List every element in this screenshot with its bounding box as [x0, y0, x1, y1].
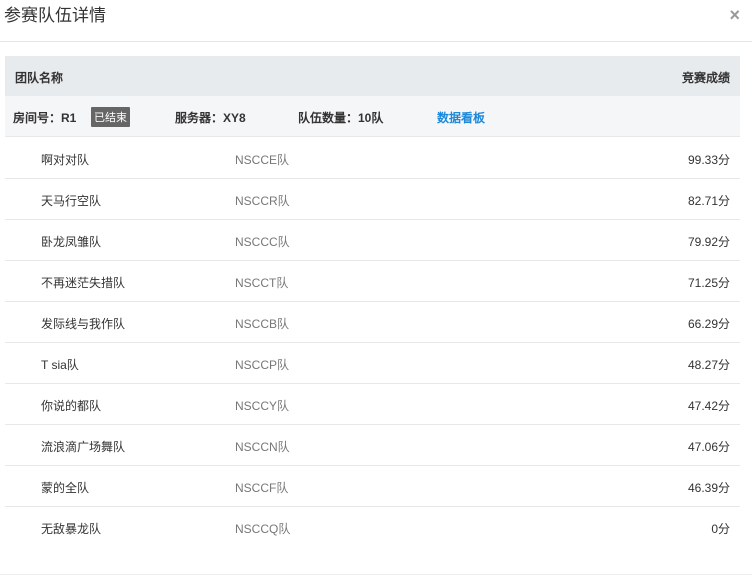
team-name: 无敌暴龙队	[41, 522, 102, 536]
team-code: NSCCY队	[235, 399, 290, 413]
team-score: 47.06分	[687, 440, 730, 454]
team-code: NSCCT队	[235, 276, 289, 290]
team-name: 天马行空队	[41, 194, 102, 208]
room-number: 房间号：R1	[13, 111, 77, 125]
team-code: NSCCP队	[235, 358, 290, 372]
team-name: 啊对对队	[41, 153, 90, 167]
team-score: 48.27分	[687, 358, 730, 372]
table-row: 你说的都队 NSCCY队 47.42分	[5, 384, 740, 425]
table-row: 蒙的全队 NSCCF队 46.39分	[5, 466, 740, 507]
team-code: NSCCF队	[235, 481, 289, 495]
dialog-bottom-divider	[0, 574, 752, 575]
status-badge: 已结束	[91, 107, 130, 127]
team-list: 啊对对队 NSCCE队 99.33分 天马行空队 NSCCR队 82.71分 卧…	[5, 138, 740, 548]
team-count-label: 队伍数量：10队	[298, 111, 384, 125]
team-code: NSCCB队	[235, 317, 290, 331]
team-name: T sia队	[41, 358, 79, 372]
close-icon[interactable]: ×	[729, 6, 740, 24]
table-row: 无敌暴龙队 NSCCQ队 0分	[5, 507, 740, 548]
team-score: 82.71分	[687, 194, 730, 208]
column-header-team-name: 团队名称	[15, 71, 64, 85]
room-info-row: 房间号：R1 已结束 服务器：XY8 队伍数量：10队 数据看板	[5, 96, 740, 137]
table-row: 不再迷茫失措队 NSCCT队 71.25分	[5, 261, 740, 302]
team-details-dialog: 参赛队伍详情 × 团队名称 竞赛成绩 房间号：R1 已结束 服务器：XY8 队伍…	[0, 0, 752, 577]
table-row: 卧龙凤雏队 NSCCC队 79.92分	[5, 220, 740, 261]
team-score: 99.33分	[687, 153, 730, 167]
team-code: NSCCC队	[235, 235, 290, 249]
dialog-title: 参赛队伍详情	[4, 6, 106, 25]
team-name: 你说的都队	[41, 399, 102, 413]
table-row: 发际线与我作队 NSCCB队 66.29分	[5, 302, 740, 343]
team-name: 卧龙凤雏队	[41, 235, 102, 249]
team-score: 71.25分	[687, 276, 730, 290]
team-name: 发际线与我作队	[41, 317, 126, 331]
team-score: 79.92分	[687, 235, 730, 249]
team-code: NSCCQ队	[235, 522, 291, 536]
team-name: 不再迷茫失措队	[41, 276, 126, 290]
column-header-score: 竞赛成绩	[681, 71, 730, 85]
team-code: NSCCR队	[235, 194, 290, 208]
dashboard-link[interactable]: 数据看板	[437, 109, 485, 126]
table-row: T sia队 NSCCP队 48.27分	[5, 343, 740, 384]
table-row: 天马行空队 NSCCR队 82.71分	[5, 179, 740, 220]
server-label: 服务器：XY8	[175, 111, 246, 125]
dialog-header: 参赛队伍详情 ×	[0, 0, 752, 42]
team-score: 47.42分	[687, 399, 730, 413]
team-score: 46.39分	[687, 481, 730, 495]
team-score: 0分	[711, 522, 730, 536]
table-row: 流浪滴广场舞队 NSCCN队 47.06分	[5, 425, 740, 466]
team-code: NSCCE队	[235, 153, 290, 167]
table-row: 啊对对队 NSCCE队 99.33分	[5, 138, 740, 179]
table-header: 团队名称 竞赛成绩	[5, 56, 740, 96]
team-score: 66.29分	[687, 317, 730, 331]
team-code: NSCCN队	[235, 440, 290, 454]
team-name: 流浪滴广场舞队	[41, 440, 126, 454]
team-name: 蒙的全队	[41, 481, 90, 495]
